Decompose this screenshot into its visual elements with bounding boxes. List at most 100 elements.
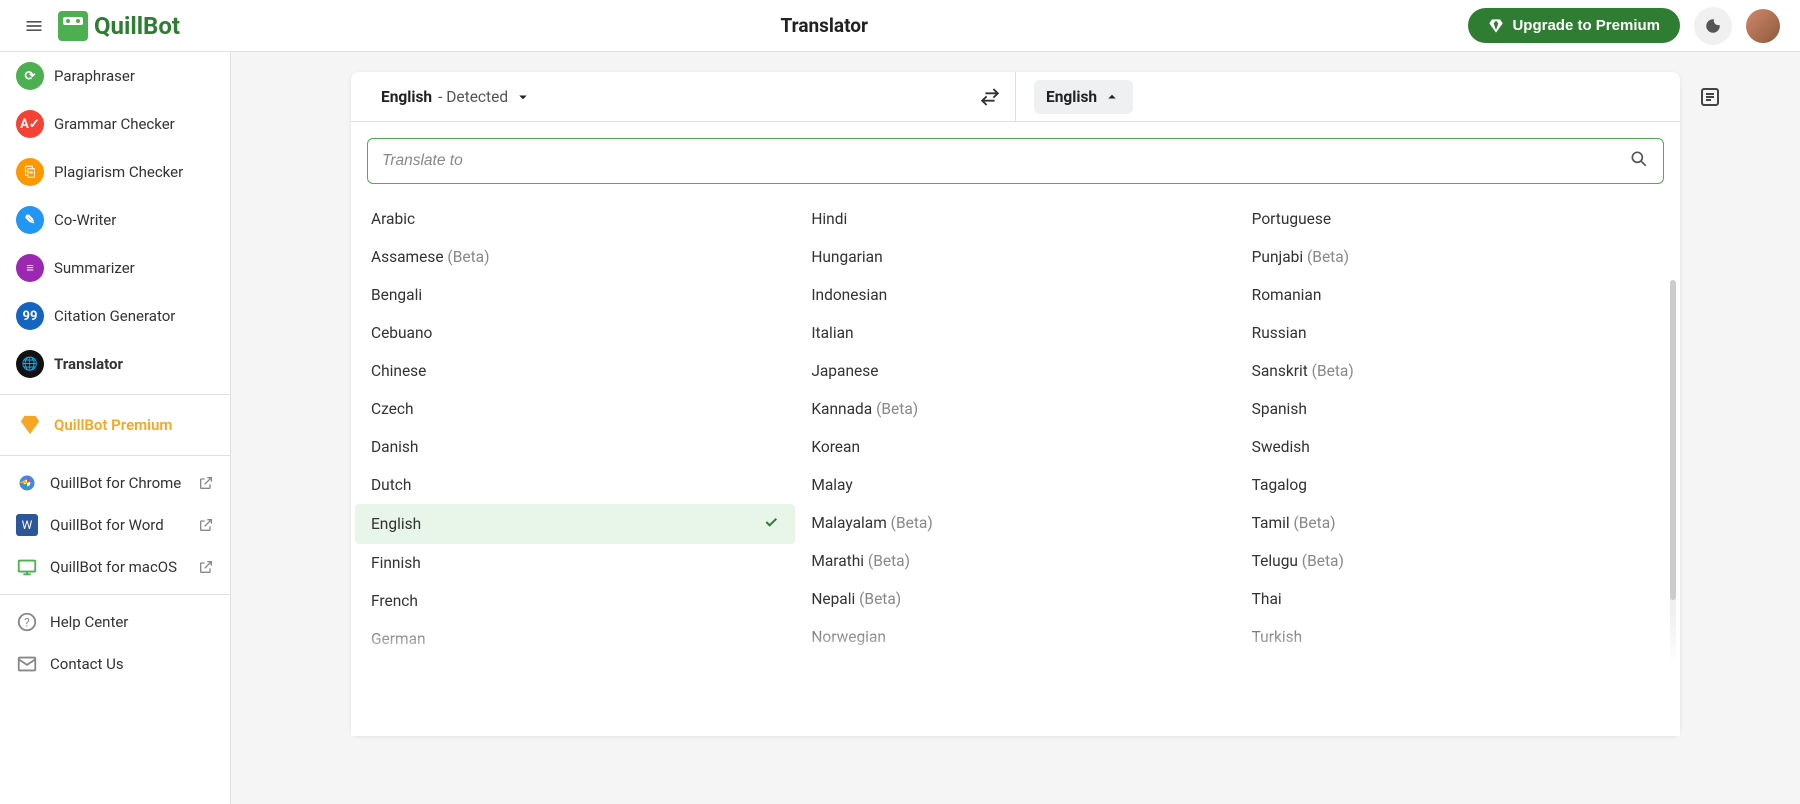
language-option-japanese[interactable]: Japanese bbox=[795, 352, 1235, 390]
language-option-sanskrit[interactable]: Sanskrit (Beta) bbox=[1236, 352, 1676, 390]
swap-languages-button[interactable] bbox=[972, 79, 1008, 115]
language-option-arabic[interactable]: Arabic bbox=[355, 200, 795, 238]
avatar[interactable] bbox=[1746, 9, 1780, 43]
language-option-thai[interactable]: Thai bbox=[1236, 580, 1676, 618]
language-option-cebuano[interactable]: Cebuano bbox=[355, 314, 795, 352]
language-option-chinese[interactable]: Chinese bbox=[355, 352, 795, 390]
sidebar-item-premium[interactable]: QuillBot Premium bbox=[0, 401, 230, 449]
language-option-german[interactable]: German bbox=[355, 620, 795, 658]
hamburger-icon bbox=[24, 16, 44, 36]
language-name: Kannada (Beta) bbox=[811, 400, 918, 418]
language-option-norwegian[interactable]: Norwegian bbox=[795, 618, 1235, 656]
sidebar-item-translator[interactable]: 🌐Translator bbox=[0, 340, 230, 388]
nav-icon: A✓ bbox=[16, 110, 44, 138]
nav-label: Citation Generator bbox=[54, 307, 175, 325]
language-option-telugu[interactable]: Telugu (Beta) bbox=[1236, 542, 1676, 580]
language-row: English - Detected English bbox=[351, 72, 1680, 122]
detected-suffix: - Detected bbox=[438, 88, 508, 106]
language-name: English bbox=[371, 515, 421, 533]
language-name: Portuguese bbox=[1252, 210, 1331, 228]
language-option-hindi[interactable]: Hindi bbox=[795, 200, 1235, 238]
language-name: Spanish bbox=[1252, 400, 1307, 418]
language-option-indonesian[interactable]: Indonesian bbox=[795, 276, 1235, 314]
scrollbar[interactable] bbox=[1670, 280, 1676, 660]
moon-icon bbox=[1704, 17, 1722, 35]
target-language-button[interactable]: English bbox=[1034, 80, 1133, 114]
help-icon: ? bbox=[16, 611, 38, 633]
sidebar-item-citation-generator[interactable]: 99 Citation Generator bbox=[0, 292, 230, 340]
language-name: German bbox=[371, 630, 426, 648]
language-name: French bbox=[371, 592, 418, 610]
language-option-malayalam[interactable]: Malayalam (Beta) bbox=[795, 504, 1235, 542]
extension-quillbot-for-word[interactable]: W QuillBot for Word bbox=[0, 504, 230, 546]
language-search-input[interactable] bbox=[382, 152, 1629, 170]
language-option-portuguese[interactable]: Portuguese bbox=[1236, 200, 1676, 238]
language-option-romanian[interactable]: Romanian bbox=[1236, 276, 1676, 314]
logo[interactable]: QuillBot bbox=[58, 11, 180, 41]
divider bbox=[0, 594, 230, 595]
language-name: Danish bbox=[371, 438, 418, 456]
language-name: Finnish bbox=[371, 554, 421, 572]
language-option-tagalog[interactable]: Tagalog bbox=[1236, 466, 1676, 504]
language-option-tamil[interactable]: Tamil (Beta) bbox=[1236, 504, 1676, 542]
language-name: Thai bbox=[1252, 590, 1282, 608]
language-option-italian[interactable]: Italian bbox=[795, 314, 1235, 352]
diamond-icon bbox=[1488, 18, 1504, 34]
nav-label: Summarizer bbox=[54, 259, 135, 277]
sidebar-item-plagiarism-checker[interactable]: ⎘Plagiarism Checker bbox=[0, 148, 230, 196]
upgrade-label: Upgrade to Premium bbox=[1512, 17, 1660, 34]
language-option-marathi[interactable]: Marathi (Beta) bbox=[795, 542, 1235, 580]
logo-icon bbox=[58, 11, 88, 41]
nav-label: Grammar Checker bbox=[54, 115, 175, 133]
language-option-spanish[interactable]: Spanish bbox=[1236, 390, 1676, 428]
language-option-kannada[interactable]: Kannada (Beta) bbox=[795, 390, 1235, 428]
language-name: Norwegian bbox=[811, 628, 886, 646]
upgrade-button[interactable]: Upgrade to Premium bbox=[1468, 8, 1680, 43]
language-name: Arabic bbox=[371, 210, 415, 228]
sidebar-item-grammar-checker[interactable]: A✓ Grammar Checker bbox=[0, 100, 230, 148]
language-name: Swedish bbox=[1252, 438, 1310, 456]
contact-us-button[interactable]: Contact Us bbox=[0, 643, 230, 685]
language-option-hungarian[interactable]: Hungarian bbox=[795, 238, 1235, 276]
language-name: Marathi (Beta) bbox=[811, 552, 910, 570]
help-center-button[interactable]: ? Help Center bbox=[0, 601, 230, 643]
app-icon bbox=[16, 556, 38, 578]
language-name: Malayalam (Beta) bbox=[811, 514, 932, 532]
language-option-bengali[interactable]: Bengali bbox=[355, 276, 795, 314]
language-option-danish[interactable]: Danish bbox=[355, 428, 795, 466]
extension-quillbot-for-chrome[interactable]: QuillBot for Chrome bbox=[0, 462, 230, 504]
svg-text:?: ? bbox=[24, 616, 30, 630]
night-mode-button[interactable] bbox=[1694, 7, 1732, 45]
source-language-button[interactable]: English - Detected bbox=[369, 80, 544, 114]
language-option-dutch[interactable]: Dutch bbox=[355, 466, 795, 504]
sidebar-item-co-writer[interactable]: ✎Co-Writer bbox=[0, 196, 230, 244]
language-option-korean[interactable]: Korean bbox=[795, 428, 1235, 466]
language-option-english[interactable]: English bbox=[355, 504, 795, 544]
language-option-punjabi[interactable]: Punjabi (Beta) bbox=[1236, 238, 1676, 276]
contact-label: Contact Us bbox=[50, 655, 124, 673]
language-name: Hungarian bbox=[811, 248, 882, 266]
extension-quillbot-for-macos[interactable]: QuillBot for macOS bbox=[0, 546, 230, 588]
translator-card: English - Detected English bbox=[351, 72, 1680, 736]
language-option-malay[interactable]: Malay bbox=[795, 466, 1235, 504]
premium-diamond-icon bbox=[16, 411, 44, 439]
language-option-swedish[interactable]: Swedish bbox=[1236, 428, 1676, 466]
language-option-finnish[interactable]: Finnish bbox=[355, 544, 795, 582]
menu-button[interactable] bbox=[20, 12, 48, 40]
nav-icon: 99 bbox=[16, 302, 44, 330]
language-name: Hindi bbox=[811, 210, 847, 228]
ext-label: QuillBot for macOS bbox=[50, 558, 177, 576]
language-option-czech[interactable]: Czech bbox=[355, 390, 795, 428]
app-icon: W bbox=[16, 514, 38, 536]
language-option-nepali[interactable]: Nepali (Beta) bbox=[795, 580, 1235, 618]
external-link-icon bbox=[198, 475, 214, 491]
sidebar-item-summarizer[interactable]: ≡Summarizer bbox=[0, 244, 230, 292]
sidebar-item-paraphraser[interactable]: ⟳Paraphraser bbox=[0, 52, 230, 100]
language-option-french[interactable]: French bbox=[355, 582, 795, 620]
ext-label: QuillBot for Word bbox=[50, 516, 164, 534]
language-option-assamese[interactable]: Assamese (Beta) bbox=[355, 238, 795, 276]
language-option-russian[interactable]: Russian bbox=[1236, 314, 1676, 352]
language-option-turkish[interactable]: Turkish bbox=[1236, 618, 1676, 656]
notes-button[interactable] bbox=[1698, 85, 1722, 113]
divider bbox=[0, 455, 230, 456]
